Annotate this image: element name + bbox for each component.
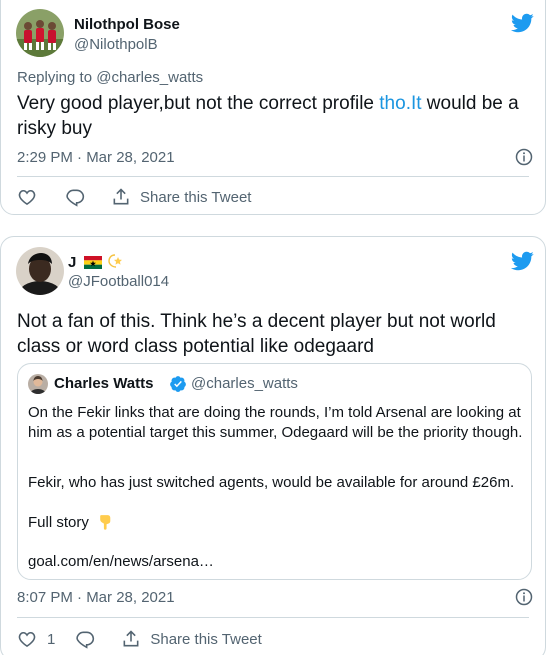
twitter-bird-icon[interactable] — [510, 249, 534, 273]
heart-icon[interactable] — [17, 187, 37, 207]
avatar[interactable] — [16, 247, 64, 295]
author-handle[interactable]: @JFootball014 — [68, 273, 169, 290]
author-name[interactable]: J — [68, 253, 124, 271]
dizzy-star-icon — [107, 254, 122, 268]
tweet-card[interactable]: J @JFootball014 Not a fan of this. Think… — [0, 236, 546, 655]
ghana-flag-icon — [83, 256, 102, 269]
twitter-bird-icon[interactable] — [510, 11, 534, 35]
share-tweet-button[interactable]: Share this Tweet — [140, 189, 251, 206]
quoted-text-paragraph: On the Fekir links that are doing the ro… — [28, 404, 523, 441]
tweet-text-part: Very good player,but not the correct pro… — [17, 93, 380, 114]
quoted-author-handle[interactable]: @charles_watts — [191, 375, 298, 392]
quoted-author-name[interactable]: Charles Watts — [54, 375, 153, 392]
timestamp[interactable]: 8:07 PM · Mar 28, 2021 — [17, 589, 175, 606]
tweet-actions: Share this Tweet — [17, 186, 251, 208]
heart-icon[interactable] — [17, 629, 37, 649]
divider — [17, 617, 529, 618]
share-tweet-button[interactable]: Share this Tweet — [150, 631, 261, 648]
tweet-text: Not a fan of this. Think he’s a decent p… — [17, 311, 496, 357]
author-name-text[interactable]: J — [68, 254, 76, 271]
info-icon[interactable] — [515, 148, 533, 166]
quoted-text-part: Full story — [28, 514, 89, 531]
share-icon[interactable] — [121, 629, 141, 649]
divider — [17, 176, 529, 177]
reply-icon[interactable] — [75, 629, 95, 649]
tweet-text: Very good player,but not the correct pro… — [17, 91, 532, 141]
replying-to[interactable]: Replying to @charles_watts — [17, 69, 203, 86]
quoted-tweet[interactable]: Charles Watts @charles_watts On the Feki… — [17, 363, 532, 580]
quoted-text-paragraph: Fekir, who has just switched agents, wou… — [28, 474, 515, 491]
author-handle[interactable]: @NilothpolB — [74, 36, 158, 53]
share-icon[interactable] — [111, 187, 131, 207]
timestamp[interactable]: 2:29 PM · Mar 28, 2021 — [17, 149, 175, 166]
pointing-down-emoji-icon — [100, 515, 111, 530]
quoted-link[interactable]: goal.com/en/news/arsena… — [28, 553, 214, 570]
tweet-link[interactable]: tho.It — [379, 93, 421, 114]
quoted-text-paragraph: Full story — [28, 513, 523, 533]
quoted-avatar[interactable] — [28, 374, 48, 394]
tweet-card[interactable]: Nilothpol Bose @NilothpolB Replying to @… — [0, 0, 546, 215]
verified-badge-icon — [170, 376, 186, 392]
tweet-actions: 1 Share this Tweet — [17, 628, 262, 650]
info-icon[interactable] — [515, 588, 533, 606]
like-count[interactable]: 1 — [47, 631, 55, 648]
author-name[interactable]: Nilothpol Bose — [74, 16, 180, 33]
avatar[interactable] — [16, 9, 64, 57]
reply-icon[interactable] — [65, 187, 85, 207]
